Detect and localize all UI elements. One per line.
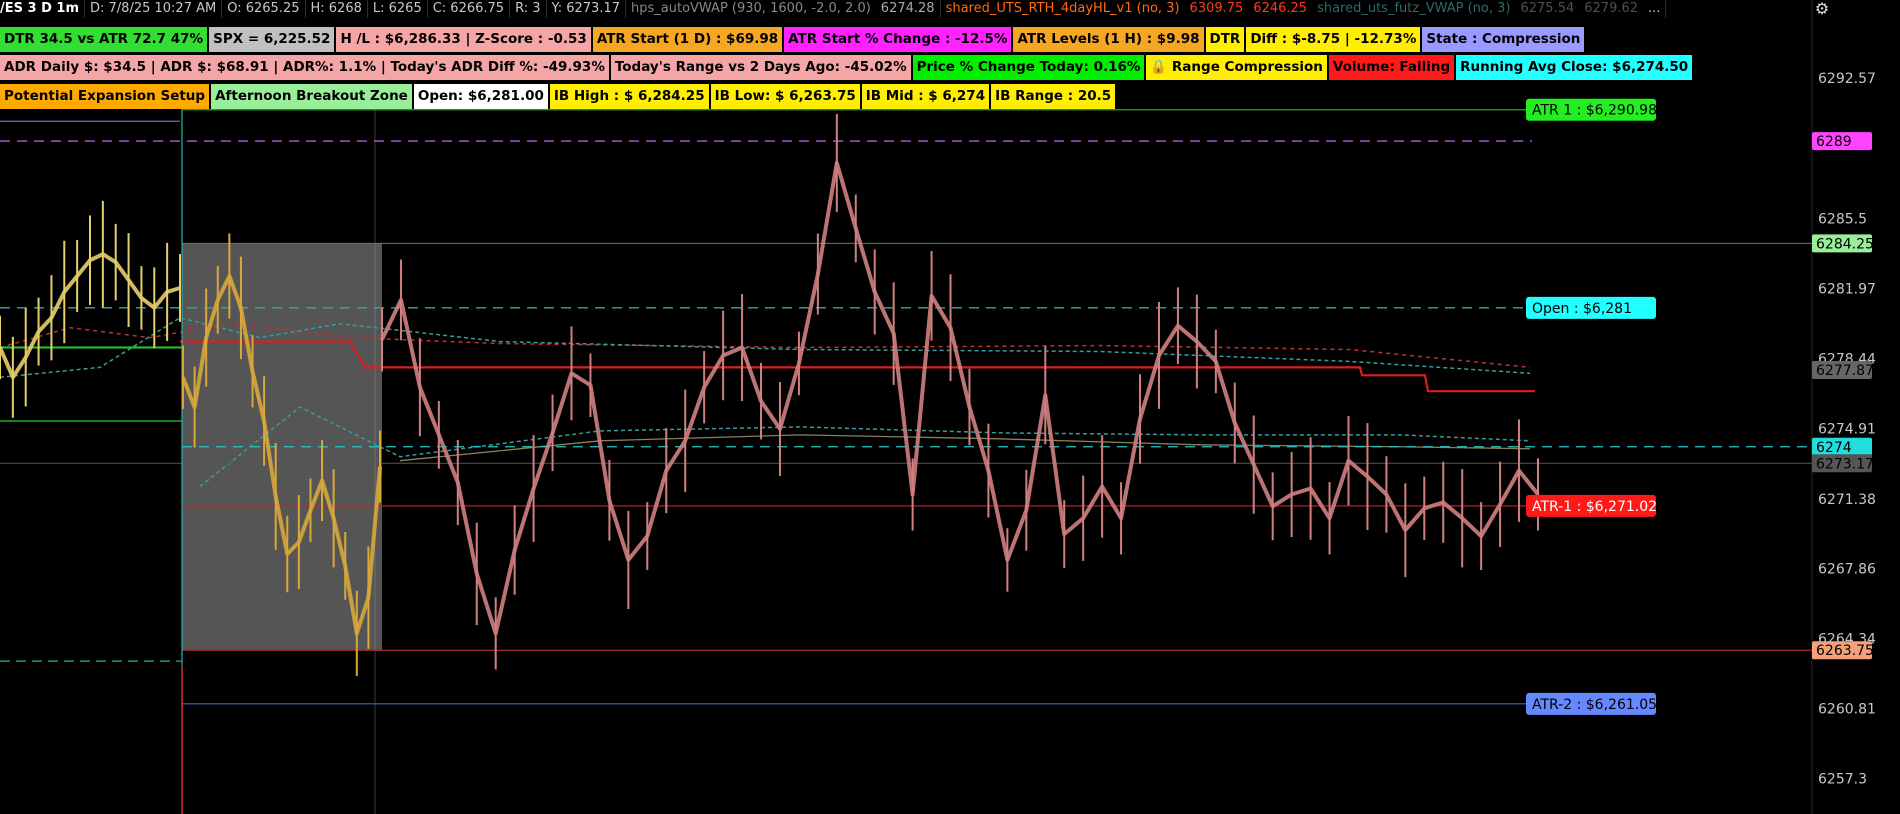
level-label: Open : $6,281 <box>1526 296 1656 319</box>
bar-low: L: 6265 <box>368 0 428 18</box>
label-row-1: DTR 34.5 vs ATR 72.7 47% SPX = 6,225.52 H … <box>0 27 1586 52</box>
indicator-label: Volume: Falling <box>1328 55 1455 80</box>
indicator-label: Potential Expansion Setup <box>0 84 210 109</box>
indicator-label: IB High : $ 6,284.25 <box>549 84 709 109</box>
level-label: ATR 1 : $6,290.98 <box>1526 98 1657 121</box>
bar-range: R: 3 <box>510 0 547 18</box>
futz-study-value-1: 6275.54 <box>1520 1 1575 16</box>
indicator-label: Afternoon Breakout Zone <box>211 84 412 109</box>
indicator-label: SPX = 6,225.52 <box>209 27 335 52</box>
price-line-2 <box>380 160 1540 636</box>
indicator-label: IB Mid : $ 6,274 <box>861 84 990 109</box>
y-tick-label: 6257.3 <box>1818 771 1867 787</box>
more-studies[interactable]: ... <box>1643 0 1667 18</box>
indicator-label: ATR Levels (1 H) : $9.98 <box>1013 27 1204 52</box>
axis-badge-text: 6263.75 <box>1816 643 1874 659</box>
indicator-label: IB Low: $ 6,263.75 <box>710 84 860 109</box>
y-tick-label: 6285.5 <box>1818 212 1867 228</box>
axis-price-badge: 6263.75 <box>1812 641 1874 660</box>
axis-price-badge: 6277.87 <box>1812 360 1874 379</box>
indicator-label: ADR Daily $: $34.5 | ADR $: $68.91 | ADR… <box>0 55 609 80</box>
indicator-label: Today's Range vs 2 Days Ago: -45.02% <box>610 55 911 80</box>
indicator-label: Running Avg Close: $6,274.50 <box>1456 55 1693 80</box>
indicator-label: IB Range : 20.5 <box>991 84 1116 109</box>
indicator-label: ATR Start (1 D) : $69.98 <box>592 27 783 52</box>
y-tick-label: 6260.81 <box>1818 702 1876 718</box>
axis-badge-text: 6289 <box>1816 134 1852 150</box>
axis-badge-text: 6273.17 <box>1816 456 1874 472</box>
label-row-3: Potential Expansion Setup Afternoon Break… <box>0 84 1117 109</box>
indicator-label: State : Compression <box>1422 27 1585 52</box>
y-tick-label: 6267.86 <box>1818 562 1876 578</box>
level-label-text: ATR 1 : $6,290.98 <box>1532 103 1657 119</box>
chart-settings-icon[interactable]: ⚙ <box>1808 0 1836 20</box>
vwap-study-value: 6274.28 <box>876 0 941 18</box>
axis-badge-text: 6274 <box>1816 440 1852 456</box>
y-tick-label: 6281.97 <box>1818 282 1876 298</box>
rth-study-name[interactable]: shared_UTS_RTH_4dayHL_v1 (no, 3) <box>941 0 1185 18</box>
vwap-study-name[interactable]: hps_autoVWAP (930, 1600, -2.0, 2.0) <box>626 0 876 18</box>
indicator-label: Price % Change Today: 0.16% <box>912 55 1145 80</box>
vwap-center <box>399 434 1531 462</box>
axis-badge-text: 6277.87 <box>1816 363 1874 379</box>
futz-study-value-2: 6279.62 <box>1584 1 1639 16</box>
axis-price-badge: 6289 <box>1812 132 1872 151</box>
y-tick-label: 6271.38 <box>1818 492 1876 508</box>
level-label: ATR-1 : $6,271.02 <box>1526 494 1657 517</box>
indicator-label: DTR 34.5 vs ATR 72.7 47% <box>0 27 208 52</box>
label-row-2: ADR Daily $: $34.5 | ADR $: $68.91 | ADR… <box>0 55 1694 80</box>
level-label-text: Open : $6,281 <box>1532 301 1632 317</box>
y-tick-label: 6292.57 <box>1818 71 1876 87</box>
indicator-label: ATR Start % Change : -12.5% <box>784 27 1012 52</box>
level-label: ATR-2 : $6,261.05 <box>1526 692 1657 715</box>
bar-open: O: 6265.25 <box>222 0 306 18</box>
indicator-label: 🔒 Range Compression <box>1146 55 1327 80</box>
level-label-text: ATR-1 : $6,271.02 <box>1532 499 1657 515</box>
symbol-label[interactable]: /ES 3 D 1m <box>0 0 85 18</box>
axis-background <box>1812 0 1900 814</box>
axis-badge-text: 6284.25 <box>1816 236 1874 252</box>
futz-study-name[interactable]: shared_uts_futz_VWAP (no, 3) <box>1312 0 1515 18</box>
price-axis[interactable]: 6292.576285.56281.976278.446274.916271.3… <box>1811 0 1900 814</box>
level-label-text: ATR-2 : $6,261.05 <box>1532 697 1657 713</box>
indicator-label: H /L : $6,286.33 | Z-Score : -0.53 <box>336 27 591 52</box>
rth-study-value-2: 6246.25 <box>1253 1 1308 16</box>
y-tick-label: 6274.91 <box>1818 422 1876 438</box>
bar-high: H: 6268 <box>306 0 368 18</box>
indicator-label: DTR <box>1205 27 1245 52</box>
rth-study-value-1: 6309.75 <box>1189 1 1244 16</box>
price-chart[interactable]: 6292.576285.56281.976278.446274.916271.3… <box>0 0 1900 814</box>
bar-y: Y: 6273.17 <box>547 0 626 18</box>
axis-price-badge: 6274 <box>1812 437 1872 456</box>
chart-header: /ES 3 D 1m D: 7/8/25 10:27 AM O: 6265.25… <box>0 0 1812 18</box>
bar-close: C: 6266.75 <box>428 0 511 18</box>
level-labels: ATR 1 : $6,290.98 Open : $6,281 ATR-1 : $6… <box>1526 98 1657 715</box>
indicator-label: Open: $6,281.00 <box>413 84 548 109</box>
bar-date: D: 7/8/25 10:27 AM <box>85 0 223 18</box>
axis-price-badge: 6284.25 <box>1812 234 1874 253</box>
indicator-label: Diff : $-8.75 | -12.73% <box>1246 27 1421 52</box>
axis-price-badge: 6273.17 <box>1812 454 1874 473</box>
